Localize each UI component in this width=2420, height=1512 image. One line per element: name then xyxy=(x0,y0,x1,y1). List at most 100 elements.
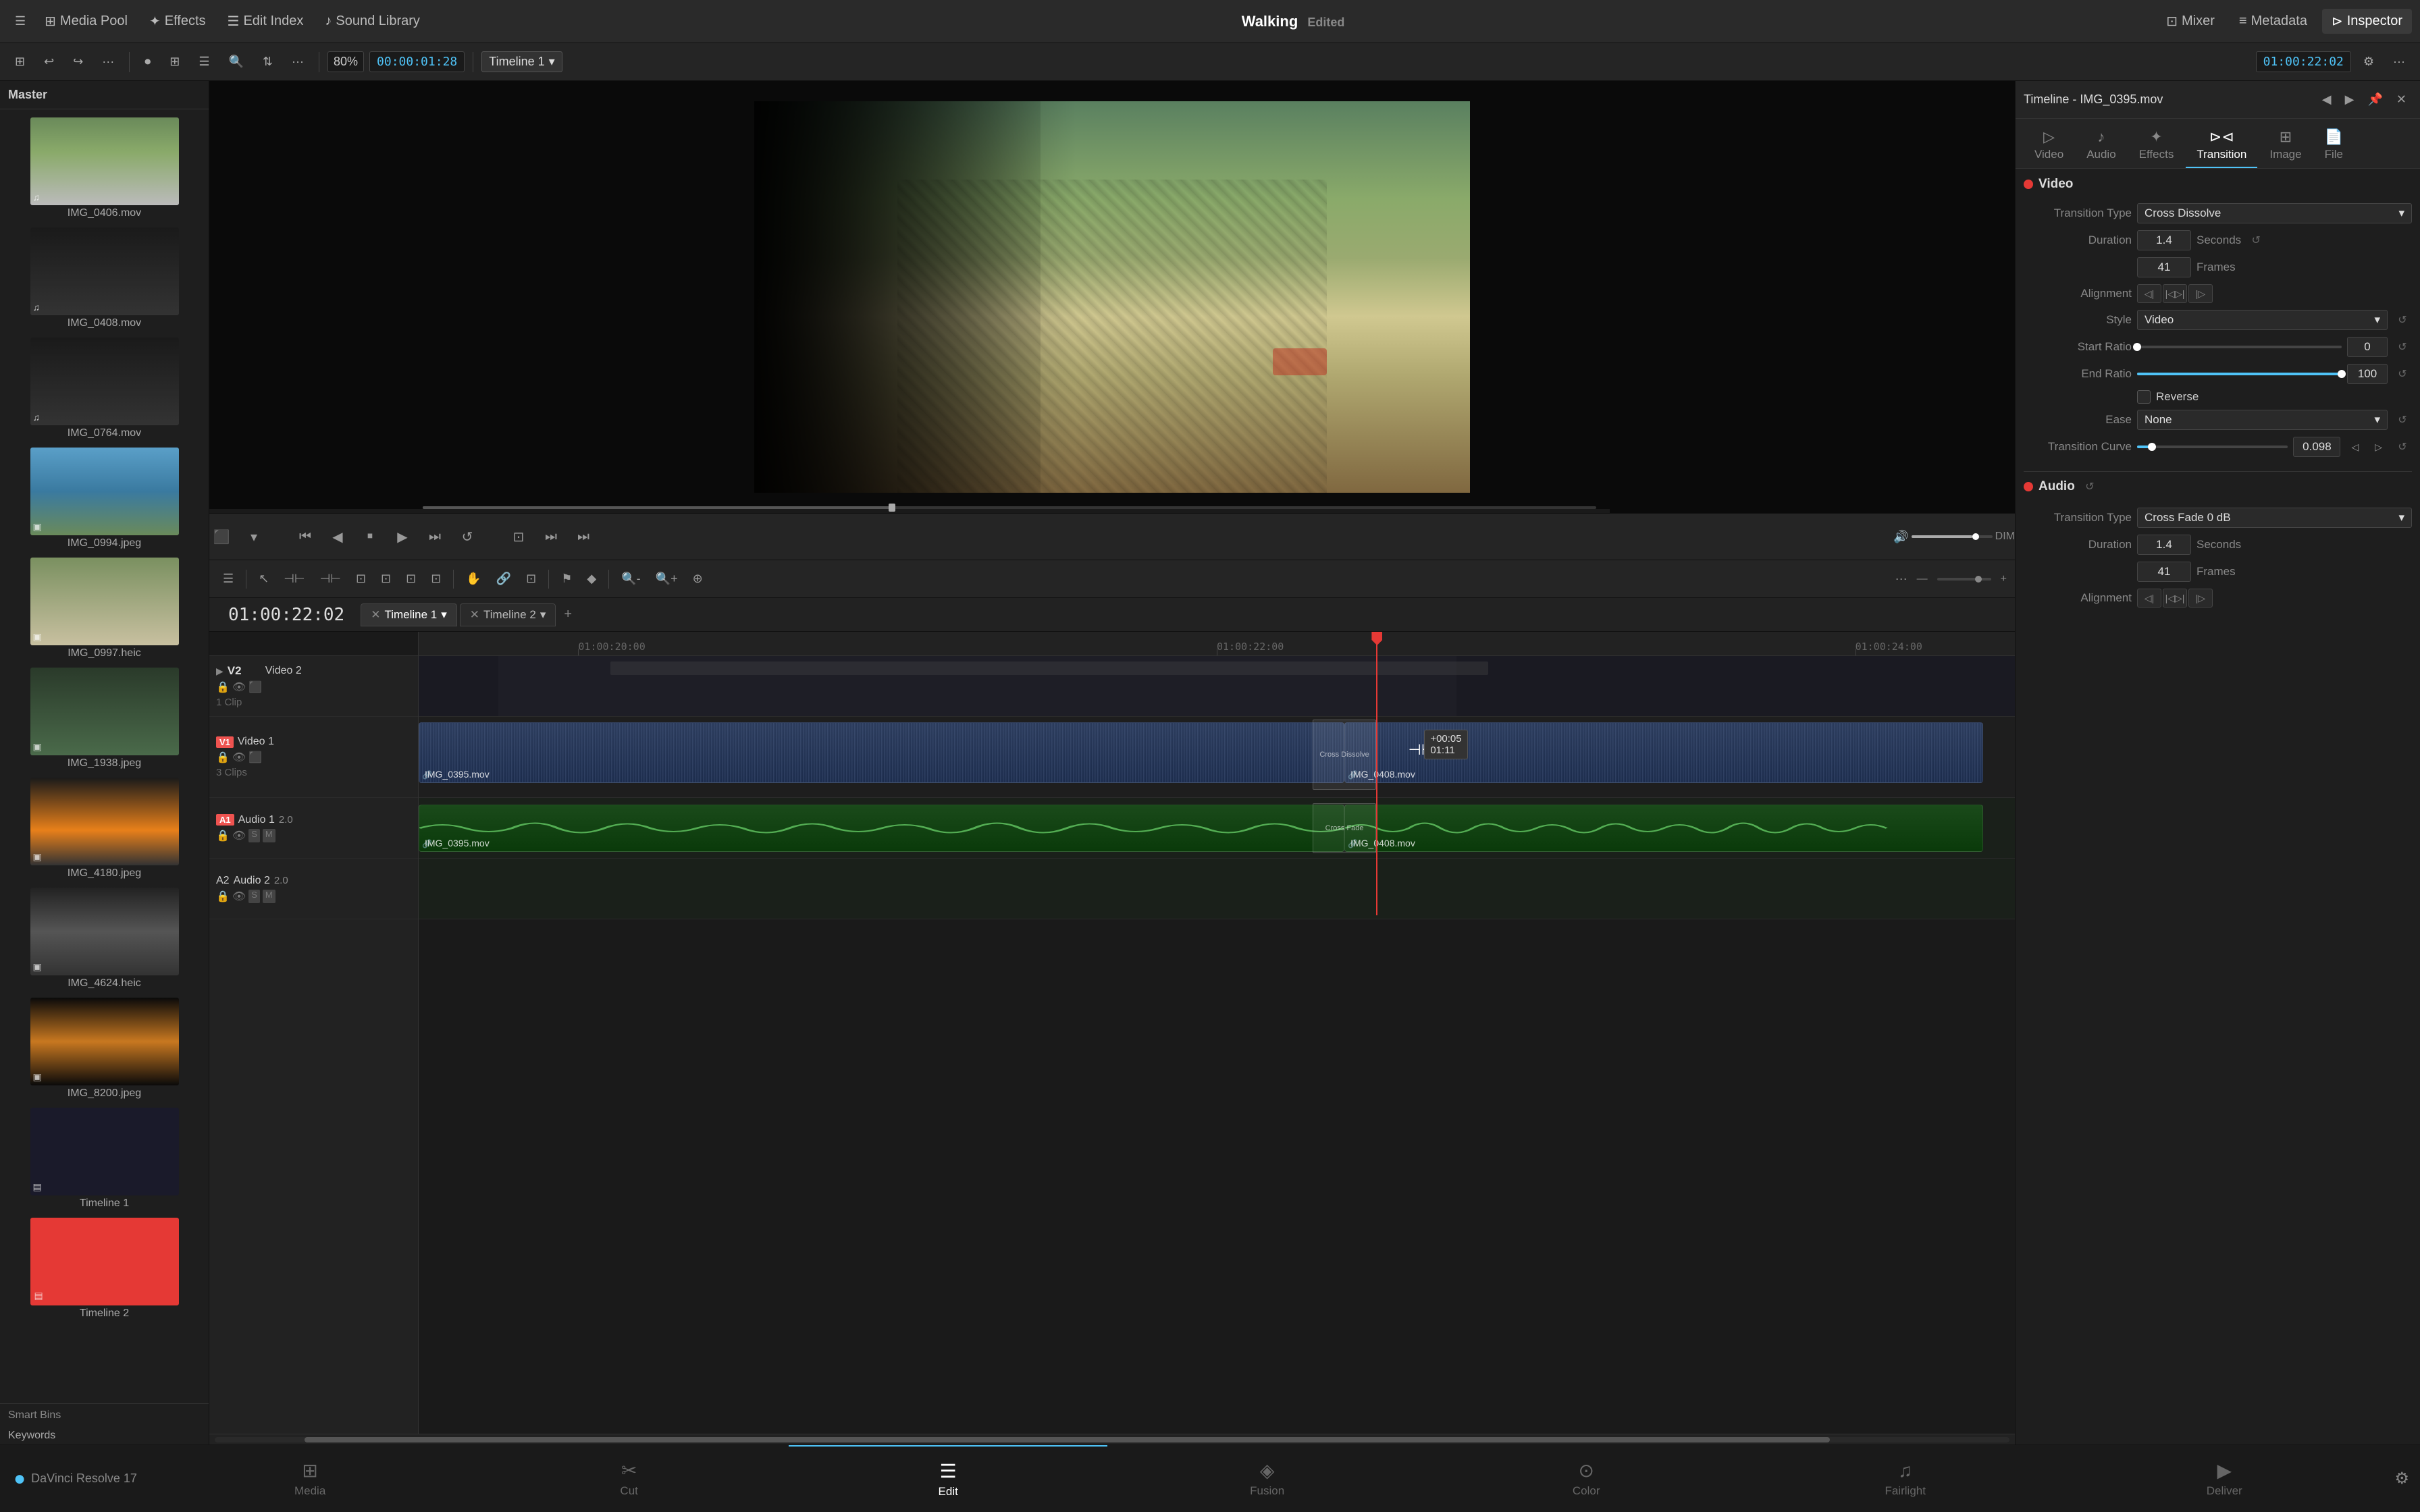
play-back-btn[interactable]: ◀ xyxy=(325,524,350,549)
go-end-btn[interactable]: ⏭ xyxy=(539,524,563,549)
curve-value[interactable]: 0.098 xyxy=(2293,437,2340,457)
curve-slider[interactable] xyxy=(2137,446,2288,448)
eye-icon-a2[interactable]: 👁 xyxy=(232,890,246,903)
media-item-img0764[interactable]: ♫ IMG_0764.mov xyxy=(5,335,203,442)
end-ratio-value[interactable]: 100 xyxy=(2347,364,2388,384)
align-right-btn[interactable]: |▷ xyxy=(2188,284,2213,303)
close-icon-tab1[interactable]: ✕ xyxy=(371,608,380,622)
toolbar-redo[interactable]: ↪ xyxy=(66,52,90,72)
bottom-nav-edit[interactable]: ☰ Edit xyxy=(789,1445,1108,1512)
settings-btn[interactable]: ⚙ xyxy=(2384,1469,2420,1488)
hand-tool[interactable]: ✋ xyxy=(461,569,486,589)
style-dropdown[interactable]: Video ▾ xyxy=(2137,310,2388,330)
media-item-img0994[interactable]: ▣ IMG_0994.jpeg xyxy=(5,445,203,552)
mixer-btn[interactable]: ⊡ Mixer xyxy=(2157,9,2224,34)
toolbar-more[interactable]: ··· xyxy=(95,52,121,72)
insp-next-btn[interactable]: ▶ xyxy=(2340,90,2360,109)
insp-prev-btn[interactable]: ◀ xyxy=(2317,90,2337,109)
inspector-btn[interactable]: ⊳ Inspector xyxy=(2322,9,2412,34)
curve-key-btn2[interactable]: ▷ xyxy=(2369,439,2388,456)
metadata-btn[interactable]: ≡ Metadata xyxy=(2230,9,2317,33)
transition-cross-dissolve[interactable]: Cross Dissolve xyxy=(1313,720,1377,790)
end-ratio-slider[interactable] xyxy=(2137,373,2342,375)
solo-btn-a2[interactable]: S xyxy=(248,890,260,903)
clip-a1-1[interactable]: 🔗 IMG_0395.mov xyxy=(419,805,1344,852)
audio-align-left-btn[interactable]: ◁| xyxy=(2137,589,2161,608)
lock-icon-v1[interactable]: 🔒 xyxy=(216,751,230,764)
nav-toggle[interactable]: ☰ xyxy=(8,11,32,31)
end-ratio-thumb[interactable] xyxy=(2338,370,2346,378)
chevron-down-icon-tab2[interactable]: ▾ xyxy=(540,608,546,622)
runtime-display[interactable]: 01:00:22:02 xyxy=(2256,51,2351,72)
go-end2-btn[interactable]: ⏭ xyxy=(571,524,596,549)
video-duration-seconds-value[interactable]: 1.4 xyxy=(2137,230,2191,250)
bottom-nav-deliver[interactable]: ▶ Deliver xyxy=(2065,1445,2384,1512)
tl-more-options[interactable]: ··· xyxy=(1890,569,1913,589)
lock-icon-a2[interactable]: 🔒 xyxy=(216,890,230,903)
fit-screen-btn[interactable]: ⊡ xyxy=(506,524,531,549)
nav-edit-index[interactable]: ☰ Edit Index xyxy=(218,9,313,34)
media-item-img0406[interactable]: ♫ IMG_0406.mov xyxy=(5,115,203,222)
media-item-img4180[interactable]: ▣ IMG_4180.jpeg xyxy=(5,775,203,882)
duration-reset-btn[interactable]: ↺ xyxy=(2246,231,2265,250)
timeline-selector[interactable]: Timeline 1 ▾ xyxy=(481,51,562,72)
volume-slider-track[interactable] xyxy=(1912,535,1993,538)
insp-tab-image[interactable]: ⊞ Image xyxy=(2259,123,2312,168)
transition-cross-fade[interactable]: Cross Fade xyxy=(1313,803,1377,853)
loop-btn[interactable]: ↺ xyxy=(455,524,479,549)
toolbar-record[interactable]: ⏺ xyxy=(138,52,157,72)
bottom-nav-fairlight[interactable]: ♫ Fairlight xyxy=(1745,1445,2065,1512)
retime-tool[interactable]: ⊡ xyxy=(425,569,446,589)
scrollbar-track[interactable] xyxy=(215,1437,2009,1442)
audio-section-reset-btn[interactable]: ↺ xyxy=(2080,477,2099,496)
lock-icon-a1[interactable]: 🔒 xyxy=(216,829,230,842)
insp-tab-effects[interactable]: ✦ Effects xyxy=(2128,123,2185,168)
eye-icon-a1[interactable]: 👁 xyxy=(232,829,246,842)
media-item-img0408[interactable]: ♫ IMG_0408.mov xyxy=(5,225,203,332)
start-ratio-thumb[interactable] xyxy=(2133,343,2141,351)
toolbar-more2[interactable]: ··· xyxy=(285,52,311,72)
timecode-display[interactable]: 00:00:01:28 xyxy=(369,51,465,72)
frame-select-btn[interactable]: ⬛ xyxy=(209,524,234,549)
media-item-img0997[interactable]: ▣ IMG_0997.heic xyxy=(5,555,203,662)
insp-pin-btn[interactable]: 📌 xyxy=(2362,90,2388,109)
clip-icon[interactable]: ⬛ xyxy=(248,680,262,694)
dynamic-trim[interactable]: ⊣⊢ xyxy=(315,569,346,589)
audio-transition-type-dropdown[interactable]: Cross Fade 0 dB ▾ xyxy=(2137,508,2412,528)
zoom-plus[interactable]: 🔍+ xyxy=(650,569,683,589)
mute-btn-a1[interactable]: M xyxy=(263,829,275,842)
flag-tool[interactable]: ⚑ xyxy=(556,569,577,589)
insp-tab-transition[interactable]: ⊳⊲ Transition xyxy=(2186,123,2257,168)
ease-reset-btn[interactable]: ↺ xyxy=(2393,410,2412,429)
media-item-timeline2[interactable]: ▤ Timeline 2 xyxy=(5,1215,203,1322)
toolbar-settings[interactable]: ⚙ xyxy=(2357,52,2381,72)
timeline-scrollbar[interactable] xyxy=(209,1434,2015,1444)
keywords-item[interactable]: Keywords xyxy=(0,1427,209,1444)
audio-align-right-btn[interactable]: |▷ xyxy=(2188,589,2213,608)
lock-icon[interactable]: 🔒 xyxy=(216,680,230,694)
zoom-btn[interactable]: ⊕ xyxy=(687,569,708,589)
toolbar-more3[interactable]: ··· xyxy=(2386,52,2412,72)
timeline-list-view[interactable]: ☰ xyxy=(217,569,239,589)
bottom-nav-media[interactable]: ⊞ Media xyxy=(151,1445,470,1512)
nav-effects[interactable]: ✦ Effects xyxy=(140,9,215,34)
curve-key-btn[interactable]: ◁ xyxy=(2346,439,2364,456)
go-to-end-btn[interactable]: ⏭ xyxy=(423,524,447,549)
ease-dropdown[interactable]: None ▾ xyxy=(2137,410,2388,430)
bottom-nav-fusion[interactable]: ◈ Fusion xyxy=(1107,1445,1427,1512)
start-ratio-value[interactable]: 0 xyxy=(2347,337,2388,357)
timeline-tab-1[interactable]: ✕ Timeline 1 ▾ xyxy=(361,603,457,626)
align-left-btn[interactable]: ◁| xyxy=(2137,284,2161,303)
toolbar-search[interactable]: 🔍 xyxy=(222,52,251,72)
toolbar-list-view[interactable]: ☰ xyxy=(192,52,216,72)
select-tool[interactable]: ↖ xyxy=(253,569,274,589)
insp-tab-file[interactable]: 📄 File xyxy=(2314,123,2354,168)
solo-btn-a1[interactable]: S xyxy=(248,829,260,842)
media-item-timeline1[interactable]: ▤ Timeline 1 xyxy=(5,1105,203,1212)
insp-tab-video[interactable]: ▷ Video xyxy=(2024,123,2074,168)
media-item-img4624[interactable]: ▣ IMG_4624.heic xyxy=(5,885,203,992)
toolbar-sort[interactable]: ⇅ xyxy=(256,52,280,72)
start-ratio-reset-btn[interactable]: ↺ xyxy=(2393,338,2412,356)
align-center-btn[interactable]: |◁▷| xyxy=(2163,284,2187,303)
play-forward-btn[interactable]: ▶ xyxy=(390,524,415,549)
